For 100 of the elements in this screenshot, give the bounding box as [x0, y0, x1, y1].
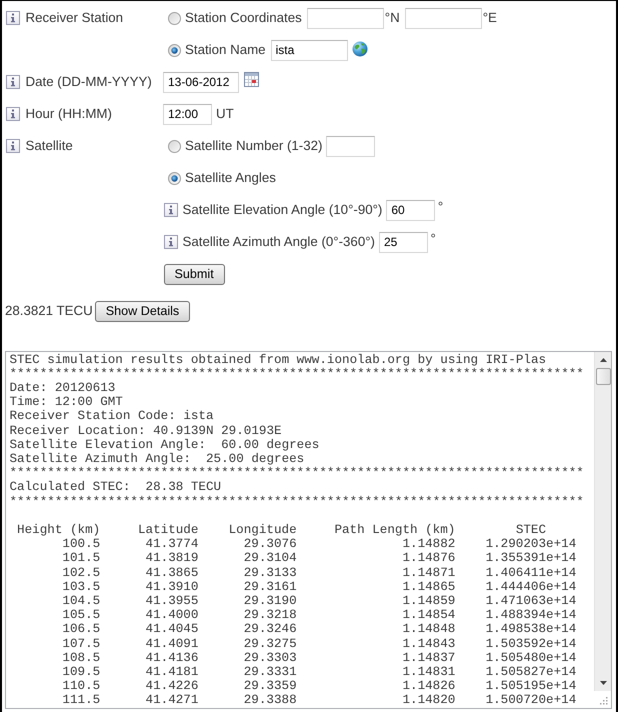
elevation-input[interactable]: 60: [386, 200, 436, 220]
table-cell: 41.4136: [146, 650, 198, 665]
table-cell: 29.3133: [244, 566, 297, 580]
latitude-input[interactable]: [306, 8, 384, 28]
table-cell: 29.3388: [244, 693, 297, 708]
table-cell: 41.4226: [146, 679, 198, 694]
info-icon[interactable]: [164, 203, 178, 217]
output-line: ****************************************************************************: [10, 494, 584, 509]
azimuth-input[interactable]: 25: [378, 232, 428, 252]
output-line: Date: 20120613: [10, 380, 116, 396]
output-line: ****************************************************************************: [10, 466, 584, 480]
column-header: Longitude: [228, 522, 297, 538]
resize-grip-icon[interactable]: [599, 696, 608, 704]
table-cell: 1.14826: [402, 679, 456, 694]
table-cell: 1.14859: [402, 594, 456, 608]
table-cell: 109.5: [62, 664, 100, 680]
table-cell: 1.14820: [402, 693, 456, 708]
scroll-up-arrow-icon[interactable]: [600, 358, 607, 362]
output-line: STEC simulation results obtained from www.ionolab.org by using IRI-Plas: [10, 352, 546, 367]
table-cell: 1.14831: [402, 664, 456, 680]
radio-button[interactable]: [168, 172, 180, 184]
unit-label: °: [430, 232, 436, 246]
table-cell: 1.500720e+14: [486, 693, 576, 708]
table-cell: 29.3218: [244, 608, 297, 622]
field-label: Satellite Elevation Angle (10°-90°): [182, 201, 382, 220]
table-cell: 1.290203e+14: [486, 537, 576, 552]
table-cell: 104.5: [62, 594, 100, 608]
output-line: ****************************************************************************: [10, 366, 584, 381]
field-label: Hour (HH:MM): [26, 105, 112, 124]
radio-label[interactable]: Satellite Number (1-32): [185, 136, 322, 156]
table-cell: 1.14837: [402, 650, 456, 665]
table-cell: 1.14865: [402, 580, 456, 594]
table-cell: 29.3190: [244, 594, 297, 608]
table-cell: 1.498538e+14: [486, 622, 576, 637]
table-cell: 1.355391e+14: [486, 551, 576, 566]
table-cell: 1.14871: [402, 566, 456, 580]
radio-button[interactable]: [168, 44, 180, 56]
table-cell: 41.4045: [146, 622, 198, 637]
table-cell: 1.406411e+14: [486, 566, 576, 580]
scroll-down-arrow-icon[interactable]: [600, 680, 607, 684]
table-cell: 41.3955: [146, 594, 198, 608]
table-cell: 41.3910: [146, 580, 198, 594]
hour-input[interactable]: 12:00: [163, 104, 212, 124]
table-cell: 106.5: [62, 622, 100, 637]
info-icon[interactable]: [6, 139, 20, 153]
longitude-input[interactable]: [404, 8, 482, 28]
table-cell: 29.3331: [244, 664, 297, 680]
table-cell: 29.3303: [244, 650, 297, 665]
table-cell: 1.444406e+14: [486, 580, 576, 594]
globe-icon[interactable]: [352, 41, 368, 57]
results-text-area[interactable]: [5, 350, 612, 708]
table-cell: 103.5: [62, 580, 100, 594]
field-label: Date (DD-MM-YYYY): [26, 73, 152, 92]
table-cell: 100.5: [62, 537, 100, 552]
radio-label[interactable]: Station Coordinates: [185, 8, 302, 28]
table-cell: 41.3774: [146, 537, 198, 552]
radio-label[interactable]: Station Name: [185, 40, 266, 60]
table-cell: 1.14843: [402, 636, 456, 651]
show-details-button[interactable]: Show Details: [94, 300, 190, 322]
table-cell: 105.5: [62, 608, 100, 622]
table-cell: 41.4271: [146, 693, 198, 708]
table-cell: 1.471063e+14: [486, 594, 576, 608]
table-cell: 107.5: [62, 636, 100, 651]
table-cell: 41.3865: [146, 566, 198, 580]
table-cell: 1.503592e+14: [486, 636, 576, 651]
submit-button[interactable]: Submit: [164, 264, 225, 284]
output-line: Receiver Location: 40.9139N 29.0193E: [10, 424, 282, 438]
table-cell: 1.14854: [402, 608, 456, 622]
calendar-icon[interactable]: [244, 72, 259, 87]
table-cell: 29.3275: [244, 636, 297, 651]
column-header: Path Length (km): [334, 522, 456, 538]
table-cell: 41.4091: [146, 636, 198, 651]
info-icon[interactable]: [6, 107, 20, 121]
table-cell: 41.3819: [146, 551, 198, 566]
unit-label: °E: [482, 9, 497, 28]
table-cell: 1.488394e+14: [486, 608, 576, 622]
scrollbar-thumb[interactable]: [596, 368, 611, 384]
info-icon[interactable]: [6, 11, 20, 25]
info-icon[interactable]: [6, 75, 20, 89]
table-cell: 29.3359: [244, 679, 297, 694]
radio-button[interactable]: [168, 12, 180, 24]
unit-label: °N: [384, 9, 400, 28]
output-line: Calculated STEC: 28.38 TECU: [10, 480, 222, 495]
result-value: 28.3821 TECU: [5, 302, 93, 320]
table-cell: 1.505827e+14: [486, 664, 576, 680]
column-header: Latitude: [138, 522, 198, 538]
satellite-number-input[interactable]: [326, 136, 376, 156]
table-cell: 29.3161: [244, 580, 297, 594]
table-cell: 1.14882: [402, 537, 456, 552]
radio-button[interactable]: [168, 140, 180, 152]
table-cell: 29.3246: [244, 622, 297, 637]
scrollbar-track[interactable]: [594, 352, 611, 690]
output-line: Satellite Azimuth Angle: 25.00 degrees: [10, 452, 304, 466]
radio-label[interactable]: Satellite Angles: [185, 168, 276, 188]
station-name-input[interactable]: ista: [270, 40, 348, 60]
output-line: Satellite Elevation Angle: 60.00 degrees: [10, 438, 320, 452]
info-icon[interactable]: [164, 235, 178, 249]
date-input[interactable]: 13-06-2012: [163, 72, 239, 92]
table-cell: 1.505195e+14: [486, 679, 576, 694]
column-header: Height (km): [17, 522, 100, 538]
